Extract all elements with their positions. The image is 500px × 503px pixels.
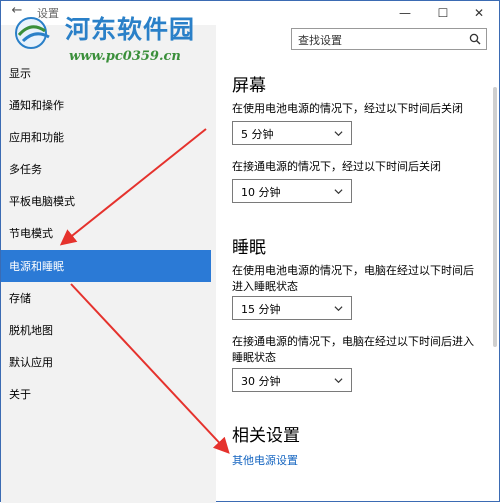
sidebar-item-power-sleep[interactable]: 电源和睡眠 — [1, 250, 211, 282]
sidebar-item-notifications[interactable]: 通知和操作 — [1, 89, 211, 121]
sidebar-item-display[interactable]: 显示 — [1, 57, 211, 89]
screen-battery-dropdown[interactable]: 5 分钟 — [232, 121, 352, 145]
sleep-plugged-desc: 在接通电源的情况下，电脑在经过以下时间后进入睡眠状态 — [232, 335, 474, 364]
scrollbar[interactable] — [493, 87, 497, 347]
related-section-title: 相关设置 — [232, 426, 300, 446]
close-button[interactable]: ✕ — [461, 1, 497, 25]
sidebar-item-tablet-mode[interactable]: 平板电脑模式 — [1, 185, 211, 217]
chevron-down-icon — [334, 306, 343, 312]
chevron-down-icon — [334, 189, 343, 195]
maximize-button[interactable]: ☐ — [425, 1, 461, 25]
sidebar-item-default-apps[interactable]: 默认应用 — [1, 346, 211, 378]
sidebar-item-label: 默认应用 — [9, 356, 53, 369]
sidebar-item-multitasking[interactable]: 多任务 — [1, 153, 211, 185]
sidebar-item-label: 存储 — [9, 292, 31, 305]
sidebar-item-label: 关于 — [9, 388, 31, 401]
sidebar-item-label: 应用和功能 — [9, 131, 64, 144]
sidebar-item-label: 平板电脑模式 — [9, 195, 75, 208]
dropdown-value: 5 分钟 — [241, 128, 274, 141]
sleep-section-title: 睡眠 — [232, 238, 266, 258]
settings-window: ← 设置 — ☐ ✕ 河东软件园 www.pc0359.cn 查找设置 显示 通… — [0, 0, 500, 503]
sidebar-item-storage[interactable]: 存储 — [1, 282, 211, 314]
chevron-down-icon — [334, 378, 343, 384]
minimize-button[interactable]: — — [387, 1, 423, 25]
sidebar-item-about[interactable]: 关于 — [1, 378, 211, 410]
sidebar-item-label: 节电模式 — [9, 227, 53, 240]
sidebar-item-apps[interactable]: 应用和功能 — [1, 121, 211, 153]
sidebar-item-label: 多任务 — [9, 163, 42, 176]
chevron-down-icon — [334, 131, 343, 137]
other-power-settings-link[interactable]: 其他电源设置 — [232, 452, 298, 468]
sidebar-item-battery-saver[interactable]: 节电模式 — [1, 217, 211, 249]
sidebar-item-label: 显示 — [9, 67, 31, 80]
screen-battery-desc: 在使用电池电源的情况下，经过以下时间后关闭 — [232, 102, 463, 115]
watermark-logo-icon — [15, 17, 50, 49]
dropdown-value: 30 分钟 — [241, 375, 281, 388]
screen-section-title: 屏幕 — [232, 76, 266, 96]
screen-plugged-dropdown[interactable]: 10 分钟 — [232, 179, 352, 203]
dropdown-value: 15 分钟 — [241, 303, 281, 316]
search-box[interactable]: 查找设置 — [291, 28, 487, 50]
sleep-plugged-dropdown[interactable]: 30 分钟 — [232, 368, 352, 392]
sleep-battery-desc: 在使用电池电源的情况下，电脑在经过以下时间后进入睡眠状态 — [232, 264, 474, 293]
sidebar-item-label: 通知和操作 — [9, 99, 64, 112]
sleep-battery-dropdown[interactable]: 15 分钟 — [232, 296, 352, 320]
screen-plugged-desc: 在接通电源的情况下，经过以下时间后关闭 — [232, 160, 441, 173]
sidebar-item-label: 脱机地图 — [9, 324, 53, 337]
search-input[interactable]: 查找设置 — [298, 32, 342, 48]
sidebar-item-label: 电源和睡眠 — [9, 260, 64, 273]
dropdown-value: 10 分钟 — [241, 186, 281, 199]
watermark-title: 河东软件园 — [65, 15, 196, 44]
search-icon[interactable] — [469, 33, 481, 45]
sidebar-item-offline-maps[interactable]: 脱机地图 — [1, 314, 211, 346]
